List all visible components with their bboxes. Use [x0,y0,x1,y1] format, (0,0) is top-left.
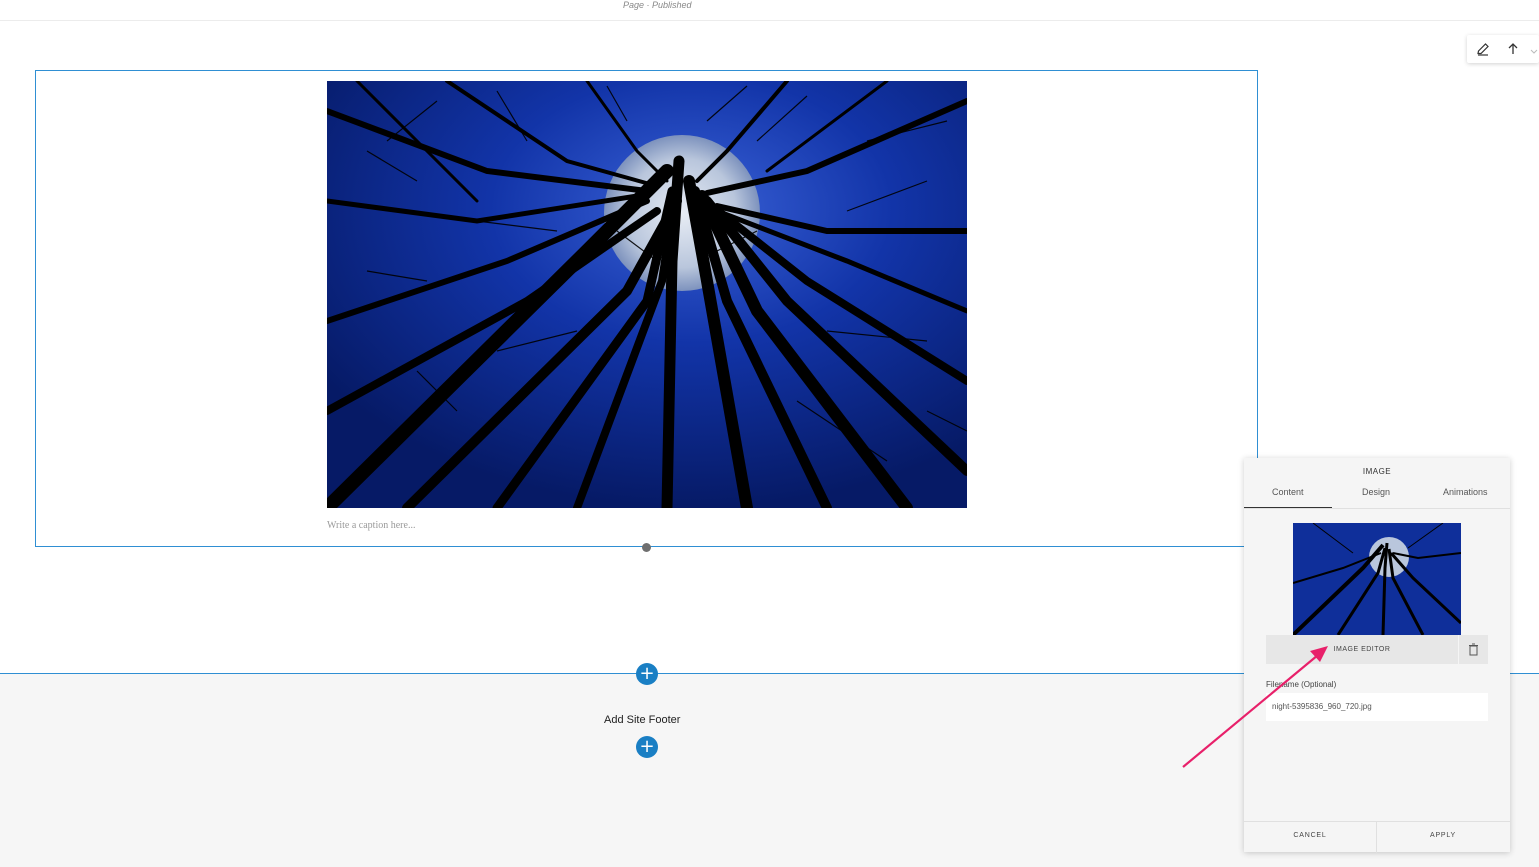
arrow-up-icon[interactable] [1505,41,1521,57]
delete-image-button[interactable] [1459,635,1488,664]
thumbnail-image [1293,523,1461,635]
filename-input[interactable]: night-5395836_960_720.jpg [1266,693,1488,721]
main-image[interactable] [327,81,967,508]
trash-icon [1469,643,1478,656]
tab-animations[interactable]: Animations [1443,487,1488,497]
add-footer-button[interactable]: + [636,736,658,758]
top-bar: Page · Published [0,0,1539,21]
image-settings-panel: IMAGE Content Design Animations IMAGE ED… [1244,458,1510,853]
page-status: Page · Published [623,0,692,10]
cancel-button[interactable]: CANCEL [1244,822,1377,853]
image-editor-button[interactable]: IMAGE EDITOR [1266,635,1458,664]
filename-label: Filename (Optional) [1266,680,1337,689]
pencil-icon[interactable] [1475,41,1491,57]
tab-content[interactable]: Content [1272,487,1304,497]
tab-design[interactable]: Design [1362,487,1390,497]
night-forest-image [327,81,967,508]
panel-title: IMAGE [1362,467,1392,476]
apply-button[interactable]: APPLY [1377,822,1509,853]
image-editor-row: IMAGE EDITOR [1266,635,1488,664]
chevron-down-icon[interactable] [1529,44,1539,54]
image-thumbnail[interactable] [1293,523,1461,635]
resize-handle[interactable] [642,543,651,552]
panel-tabs: Content Design Animations [1244,484,1510,509]
panel-footer: CANCEL APPLY [1244,821,1510,853]
add-site-footer-label[interactable]: Add Site Footer [604,714,680,726]
active-tab-indicator [1244,507,1332,508]
add-section-button[interactable]: + [636,663,658,685]
caption-placeholder[interactable]: Write a caption here... [327,520,415,531]
block-toolbar [1467,35,1539,63]
